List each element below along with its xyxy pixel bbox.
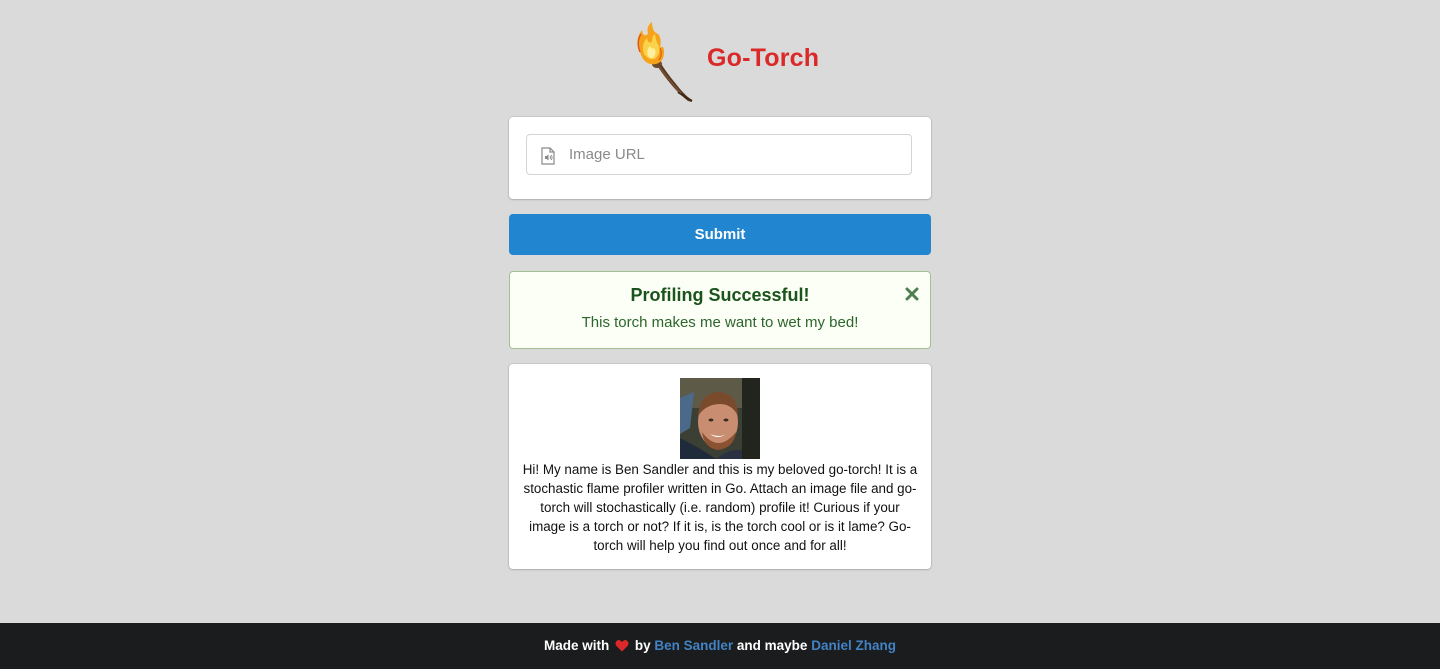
message-header: Profiling Successful!: [630, 285, 810, 305]
torch-icon: [637, 22, 693, 102]
header: Go-Torch: [0, 22, 1440, 106]
footer: Made with by Ben Sandler and maybe Danie…: [0, 623, 1440, 669]
brand-title: Go-Torch: [707, 44, 820, 72]
submit-button[interactable]: Submit: [509, 214, 931, 255]
image-url-field[interactable]: [526, 134, 912, 175]
image-url-input[interactable]: [569, 135, 899, 174]
author-link-ben-sandler[interactable]: Ben Sandler: [654, 638, 733, 653]
about-card: Hi! My name is Ben Sandler and this is m…: [509, 364, 931, 569]
avatar: [680, 378, 760, 459]
about-text: Hi! My name is Ben Sandler and this is m…: [522, 462, 918, 553]
footer-and-maybe: and maybe: [736, 638, 808, 653]
message-body: This torch makes me want to wet my bed!: [581, 314, 859, 331]
close-icon[interactable]: [905, 287, 919, 301]
author-link-daniel-zhang[interactable]: Daniel Zhang: [811, 638, 896, 653]
file-audio-icon: [541, 147, 555, 165]
footer-made-with: Made with: [544, 638, 610, 653]
success-message: Profiling Successful! This torch makes m…: [509, 271, 931, 349]
url-form: [509, 117, 931, 199]
heart-icon: [615, 639, 629, 652]
page: Go-Torch Submit Profiling Successful! Th…: [0, 0, 1440, 669]
footer-by: by: [634, 638, 651, 653]
